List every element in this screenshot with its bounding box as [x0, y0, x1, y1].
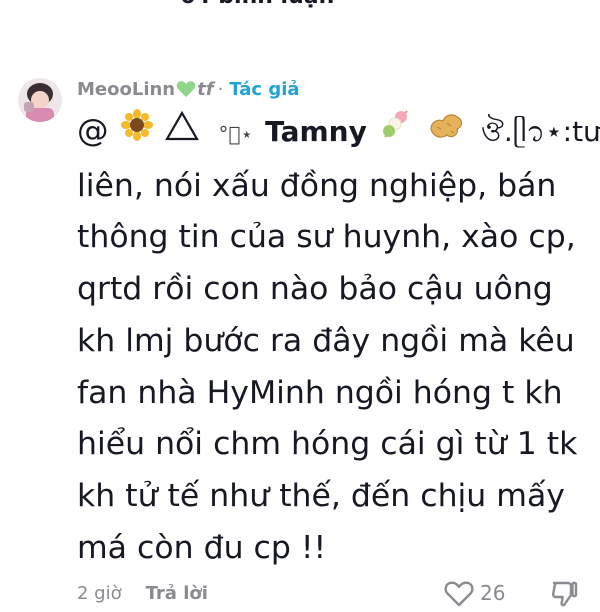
avatar[interactable]	[18, 78, 62, 122]
comment-line: qrtd rồi con nào bảo cậu uông	[77, 271, 553, 308]
comment-line: hiểu nổi chm hóng cái gì từ 1 tk	[77, 426, 578, 463]
separator-dot: ·	[217, 78, 224, 100]
thumbs-down-icon[interactable]	[550, 580, 578, 608]
like-count: 26	[480, 581, 506, 605]
comment-line: má còn đu cp !!	[77, 529, 327, 566]
comment-line: thông tin của sư huynh, xào cp,	[77, 219, 576, 256]
green-heart-icon	[176, 80, 196, 98]
mention-at: @	[77, 113, 109, 149]
heart-outline-icon[interactable]	[444, 580, 474, 607]
ginger-icon	[427, 106, 465, 140]
dango-icon	[379, 106, 413, 140]
mention-decoration: °ஂ⋆	[218, 122, 254, 146]
comment-header: MeooLinn tf · Tác giả	[77, 76, 300, 102]
comment-line: kh lmj bước ra đây ngồi mà kêu	[77, 322, 575, 359]
comment-line: liên, nói xấu đồng nghiệp, bán	[77, 167, 557, 204]
comment-line: kh tử tế như thế, đến chịu mấy	[77, 477, 565, 514]
like-button[interactable]: 26	[444, 578, 505, 608]
mention-tail-text: ঔ.ᥫ᭡⋆:tư	[480, 115, 600, 148]
mention-line: @ °ஂ⋆ Tamny ঔ.ᥫ᭡⋆:tư	[77, 106, 600, 161]
author-badge: Tác giả	[229, 78, 300, 100]
comment-footer: 2 giờ Trả lời 26	[77, 578, 587, 608]
comment-body: @ °ஂ⋆ Tamny ঔ.ᥫ᭡⋆:tư liên, nói xấu đồng …	[77, 106, 600, 574]
reply-button[interactable]: Trả lời	[146, 583, 208, 604]
mention-name[interactable]: Tamny	[265, 115, 367, 148]
comment-line: fan nhà HyMinh ngồi hóng t kh	[77, 374, 563, 411]
comment-count-partial: 64 bình luận	[180, 0, 334, 9]
triangle-icon	[164, 106, 199, 141]
username[interactable]: MeooLinn	[77, 79, 175, 100]
comment-time: 2 giờ	[77, 582, 122, 604]
username-suffix: tf	[197, 78, 214, 100]
sunflower-icon	[120, 106, 153, 141]
